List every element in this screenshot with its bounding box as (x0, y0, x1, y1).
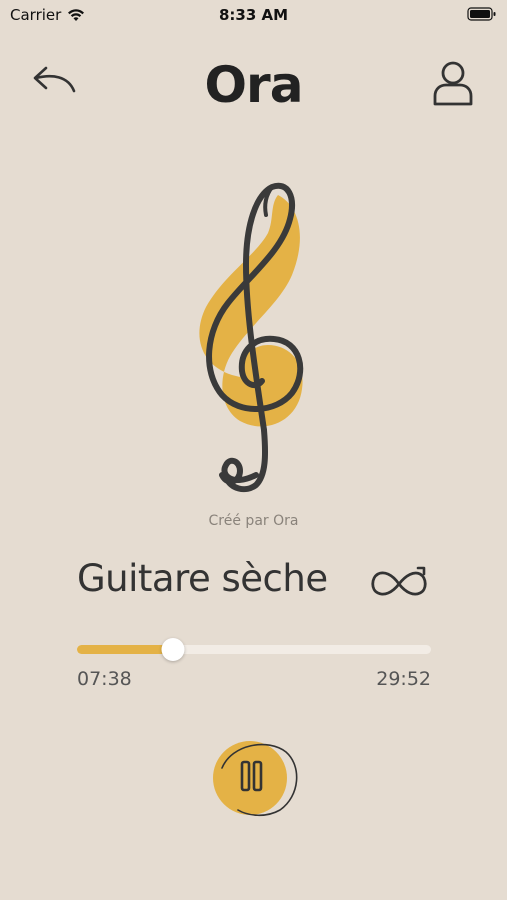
progress-slider[interactable] (77, 638, 431, 661)
loop-button[interactable] (366, 562, 432, 604)
battery-icon (467, 6, 497, 26)
status-time: 8:33 AM (218, 6, 289, 24)
profile-button[interactable] (431, 58, 475, 108)
artwork-credit: Créé par Ora (208, 513, 299, 529)
infinity-loop-icon (371, 566, 427, 596)
pause-icon (213, 741, 298, 817)
treble-clef-icon (170, 175, 330, 505)
status-bar: Carrier 8:33 AM (0, 0, 507, 32)
header: Ora (0, 50, 507, 120)
elapsed-time: 07:38 (77, 668, 132, 690)
total-time: 29:52 (376, 668, 431, 690)
user-profile-icon (433, 61, 473, 106)
progress-fill (77, 645, 173, 654)
pause-button[interactable] (208, 738, 300, 818)
track-title: Guitare sèche (77, 557, 328, 600)
progress-thumb[interactable] (161, 638, 185, 661)
